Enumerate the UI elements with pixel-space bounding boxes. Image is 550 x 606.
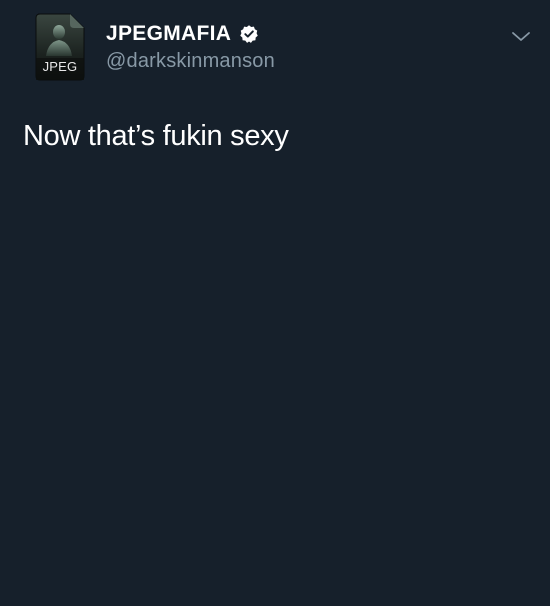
tweet-card: JPEG JPEGMAFIA @darkskinmanson Now that’…	[0, 0, 550, 606]
author-display-name[interactable]: JPEGMAFIA	[106, 22, 231, 46]
author-handle[interactable]: @darkskinmanson	[106, 49, 275, 73]
verified-badge-icon	[239, 24, 259, 44]
avatar[interactable]: JPEG	[34, 12, 86, 82]
chevron-down-icon[interactable]	[508, 26, 534, 46]
tweet-text: Now that’s fukin sexy	[23, 120, 289, 152]
author-name-row: JPEGMAFIA	[106, 22, 259, 46]
avatar-label: JPEG	[42, 59, 78, 74]
